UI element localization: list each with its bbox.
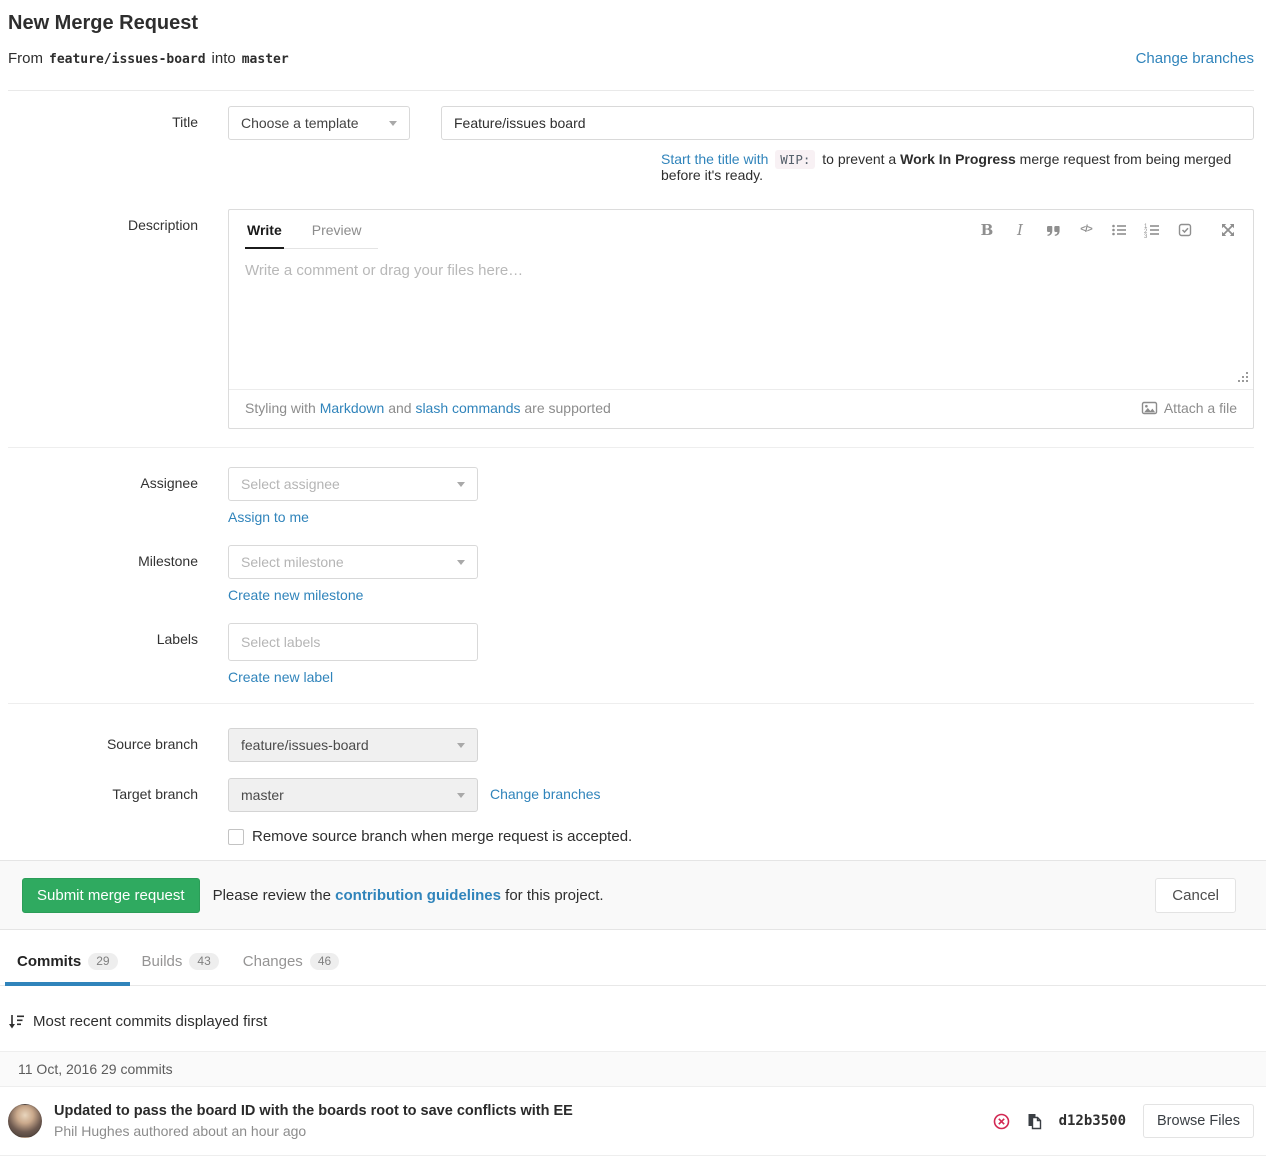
title-input[interactable] <box>441 106 1254 140</box>
chevron-down-icon <box>457 482 465 487</box>
status-failed-icon[interactable] <box>993 1113 1010 1130</box>
template-select-value: Choose a template <box>241 115 359 131</box>
description-row: Description Write Preview B I <box>8 209 1254 429</box>
commits-group-header: 11 Oct, 2016 29 commits <box>0 1051 1266 1087</box>
milestone-label: Milestone <box>8 545 198 569</box>
commit-sha[interactable]: d12b3500 <box>1059 1113 1126 1129</box>
copy-sha-icon[interactable] <box>1027 1113 1042 1130</box>
contribution-guidelines-link[interactable]: contribution guidelines <box>335 887 501 904</box>
into-label: into <box>212 50 236 67</box>
resize-handle[interactable] <box>1236 370 1249 386</box>
form-actions: Submit merge request Please review the c… <box>0 860 1266 930</box>
wip-code-chip: WIP: <box>775 150 815 169</box>
assignee-select[interactable]: Select assignee <box>228 467 478 501</box>
avatar[interactable] <box>8 1104 42 1138</box>
builds-count-badge: 43 <box>189 953 218 970</box>
branch-summary: From feature/issues-board into master Ch… <box>8 50 1254 67</box>
markdown-link[interactable]: Markdown <box>320 400 385 416</box>
commit-title[interactable]: Updated to pass the board ID with the bo… <box>54 1101 573 1121</box>
tab-commits[interactable]: Commits 29 <box>5 938 130 986</box>
review-note: Please review the contribution guideline… <box>213 887 604 904</box>
title-label: Title <box>8 106 198 130</box>
markdown-editor: Write Preview B I </> <box>228 209 1254 429</box>
assignee-row: Assignee Select assignee Assign to me <box>8 467 1254 545</box>
chevron-down-icon <box>457 743 465 748</box>
bold-icon[interactable]: B <box>978 221 996 239</box>
chevron-down-icon <box>389 121 397 126</box>
from-label: From <box>8 50 43 67</box>
milestone-row: Milestone Select milestone Create new mi… <box>8 545 1254 623</box>
code-icon[interactable]: </> <box>1077 221 1095 239</box>
change-branches-link[interactable]: Change branches <box>490 778 601 812</box>
milestone-select[interactable]: Select milestone <box>228 545 478 579</box>
target-branch-select[interactable]: master <box>228 778 478 812</box>
sort-note: Most recent commits displayed first <box>8 1013 1266 1030</box>
mr-tabs: Commits 29 Builds 43 Changes 46 <box>0 938 1266 986</box>
attach-image-icon <box>1141 400 1158 416</box>
quote-icon[interactable] <box>1044 221 1062 239</box>
source-branch-row: Source branch feature/issues-board <box>8 728 1254 762</box>
commit-author-line: Phil Hughes authored about an hour ago <box>54 1121 573 1141</box>
description-textarea[interactable] <box>229 249 1253 389</box>
bullet-list-icon[interactable] <box>1110 221 1128 239</box>
remove-source-branch-row: Remove source branch when merge request … <box>8 828 1254 845</box>
italic-icon[interactable]: I <box>1011 221 1029 239</box>
create-label-link[interactable]: Create new label <box>228 669 333 685</box>
source-branch-select[interactable]: feature/issues-board <box>228 728 478 762</box>
attach-file-button[interactable]: Attach a file <box>1141 400 1237 416</box>
labels-label: Labels <box>8 623 198 647</box>
browse-files-button[interactable]: Browse Files <box>1143 1104 1254 1138</box>
fullscreen-icon[interactable] <box>1219 221 1237 239</box>
tab-builds[interactable]: Builds 43 <box>130 938 231 986</box>
description-label: Description <box>8 209 198 233</box>
chevron-down-icon <box>457 793 465 798</box>
title-row: Title Choose a template Start the title … <box>8 106 1254 183</box>
labels-row: Labels Select labels Create new label <box>8 623 1254 685</box>
remove-source-branch-checkbox[interactable] <box>228 829 244 845</box>
commit-row: Updated to pass the board ID with the bo… <box>0 1087 1266 1156</box>
numbered-list-icon[interactable]: 123 <box>1143 221 1161 239</box>
wip-hint: Start the title with WIP: to prevent a W… <box>661 151 1254 183</box>
sort-descending-icon <box>8 1013 25 1030</box>
source-branch-label: Source branch <box>8 728 198 752</box>
changes-count-badge: 46 <box>310 953 339 970</box>
page-title: New Merge Request <box>8 12 1254 34</box>
target-branch-label: Target branch <box>8 778 198 802</box>
remove-source-branch-label[interactable]: Remove source branch when merge request … <box>252 828 632 845</box>
create-milestone-link[interactable]: Create new milestone <box>228 587 363 603</box>
tab-write[interactable]: Write <box>245 210 284 249</box>
markdown-toolbar: B I </> 123 <box>978 221 1237 239</box>
change-branches-link-top[interactable]: Change branches <box>1136 50 1254 67</box>
wip-hint-link[interactable]: Start the title with <box>661 151 768 167</box>
target-branch-row: Target branch master Change branches <box>8 778 1254 812</box>
source-branch-name: feature/issues-board <box>49 52 206 67</box>
template-select[interactable]: Choose a template <box>228 106 410 140</box>
cancel-button[interactable]: Cancel <box>1155 878 1236 913</box>
tab-changes[interactable]: Changes 46 <box>231 938 351 986</box>
editor-footer: Styling with Markdown and slash commands… <box>229 390 1253 428</box>
slash-commands-link[interactable]: slash commands <box>415 400 520 416</box>
tab-preview[interactable]: Preview <box>310 210 364 249</box>
assignee-label: Assignee <box>8 467 198 491</box>
chevron-down-icon <box>457 560 465 565</box>
commits-count-badge: 29 <box>88 953 117 970</box>
task-list-icon[interactable] <box>1176 221 1194 239</box>
target-branch-name: master <box>242 52 289 67</box>
assign-to-me-link[interactable]: Assign to me <box>228 509 309 525</box>
labels-select[interactable]: Select labels <box>228 623 478 661</box>
submit-merge-request-button[interactable]: Submit merge request <box>22 878 200 913</box>
svg-text:3: 3 <box>1144 234 1148 238</box>
